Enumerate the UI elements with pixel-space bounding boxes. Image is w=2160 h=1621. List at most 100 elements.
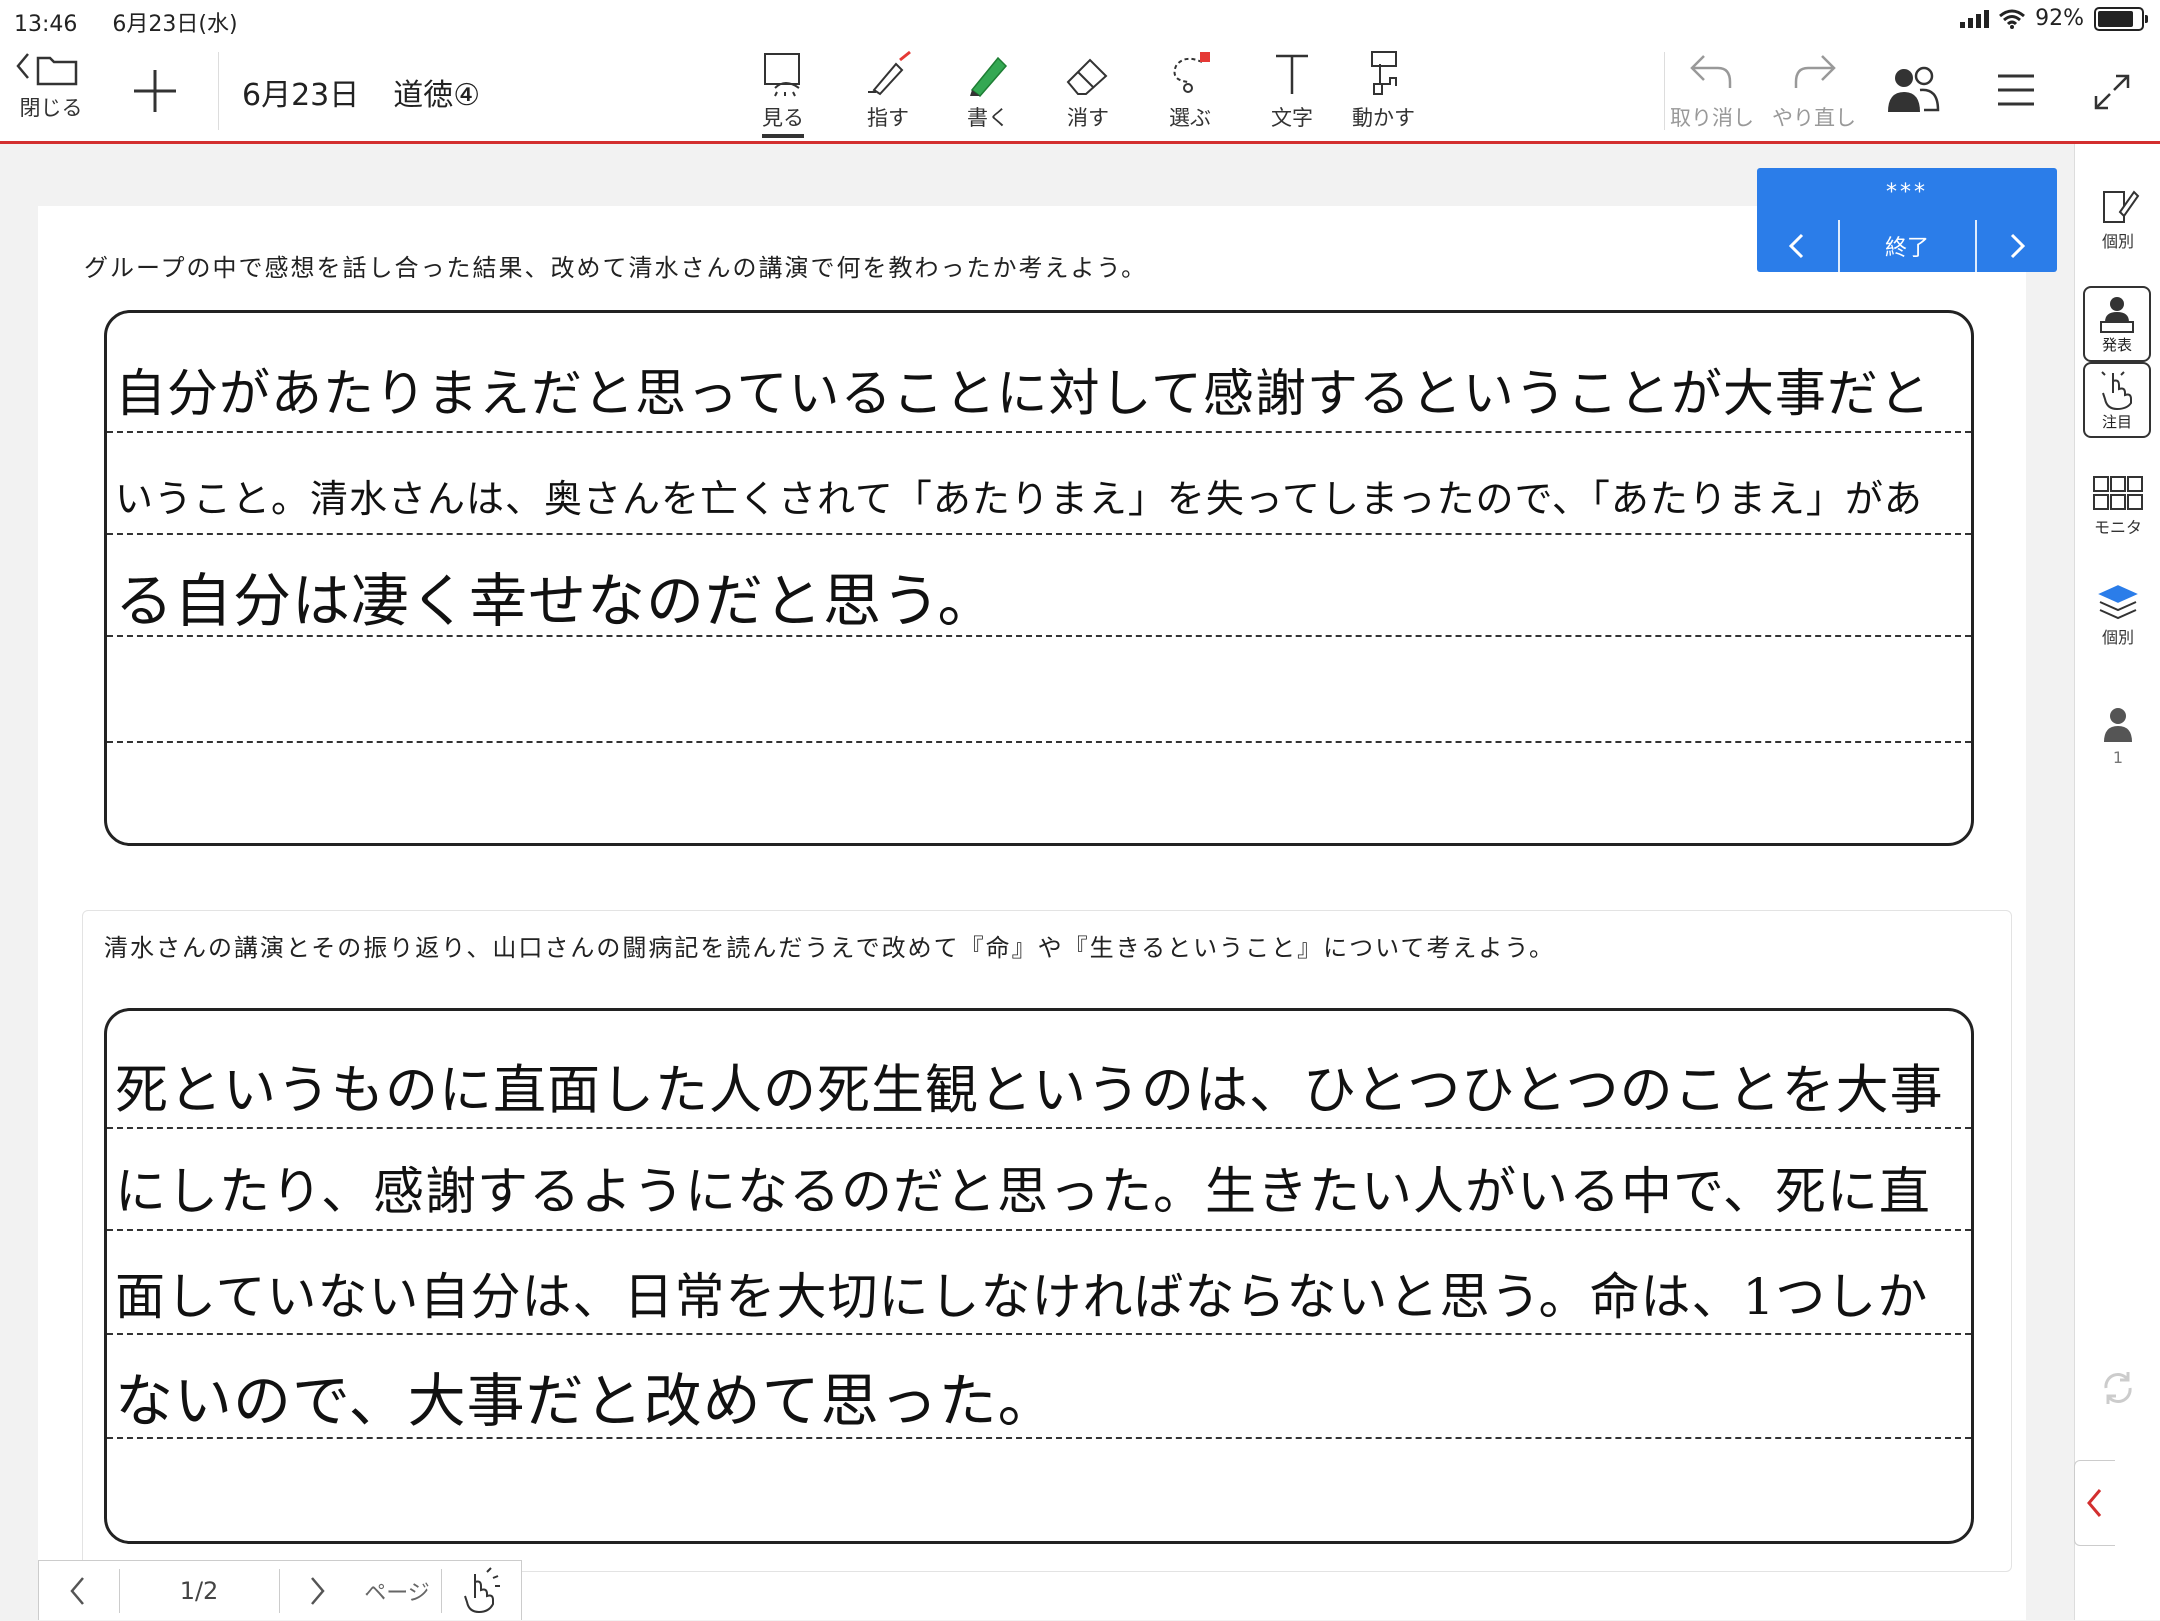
sidebar-present-button[interactable]: 発表 (2083, 286, 2151, 362)
answer-box-1[interactable]: 自分があたりまえだと思っていることに対して感謝するということが大事だと いうこと… (104, 310, 1974, 846)
redo-icon (1794, 55, 1836, 88)
move-hand-icon (1370, 51, 1397, 95)
sidebar-individual-label: 個別 (2101, 232, 2134, 251)
handwriting-line-3: 面していない自分は、日常を大切にしなければならないと思う。命は、1つしか (115, 1268, 1929, 1326)
prev-page-button[interactable] (39, 1561, 117, 1621)
toolbar-divider (1664, 52, 1665, 130)
sync-arrows-icon (2104, 1372, 2132, 1404)
writing-guide-line (107, 1333, 1971, 1335)
hamburger-menu-icon (1998, 74, 2034, 106)
handwriting-line-2: にしたり、感謝するようになるのだと思った。生きたい人がいる中で、死に直 (115, 1163, 1931, 1222)
presenter-panel: *** 終了 (1757, 168, 2057, 272)
status-bar: 13:46 6月23日(水) 92% (0, 0, 2160, 40)
handwriting-line-3: る自分は凄く幸せなのだと思う。 (115, 567, 997, 635)
sidebar-focus-label: 注目 (2101, 412, 2132, 431)
title-subject: 道徳④ (393, 78, 481, 113)
person-icon (2104, 708, 2132, 742)
sidebar-collapse-button[interactable] (2074, 1460, 2115, 1546)
expand-button[interactable] (2090, 70, 2134, 114)
question-2: 清水さんの講演とその振り返り、山口さんの闘病記を読んだうえで改めて『命』や『生き… (104, 934, 1555, 962)
sidebar-layers-label: 個別 (2101, 628, 2134, 647)
toolbar-divider (218, 52, 219, 130)
chevron-right-icon (2010, 233, 2026, 259)
writing-guide-line (107, 533, 1971, 535)
eye-view-icon (764, 53, 800, 97)
tool-write[interactable]: 書く (960, 48, 1016, 132)
presenter-nav: 終了 (1757, 220, 2057, 272)
participants-button[interactable] (1884, 64, 1942, 118)
presenter-end-button[interactable]: 終了 (1840, 220, 1974, 272)
pointing-hand-icon (2101, 370, 2132, 410)
tap-hand-icon (464, 1567, 500, 1614)
question-1: グループの中で感想を話し合った結果、改めて清水さんの講演で何を教わったか考えよう… (84, 254, 1148, 282)
title-date: 6月23日 (242, 78, 360, 113)
sidebar-focus-button[interactable]: 注目 (2083, 362, 2151, 438)
page-gesture-button[interactable] (442, 1561, 522, 1621)
handwriting-line-1: 死というものに直面した人の死生観というのは、ひとつひとつのことを大事 (115, 1060, 1944, 1121)
edit-document-icon (2103, 190, 2140, 223)
presenter-prev-button[interactable] (1757, 220, 1837, 272)
tool-view-label: 見る (762, 102, 804, 138)
laser-pointer-icon (868, 50, 911, 96)
sidebar-sync-button[interactable] (2075, 1366, 2160, 1410)
eraser-icon (1066, 58, 1108, 95)
back-folder-icon (16, 53, 78, 86)
tool-select[interactable]: 選ぶ (1162, 48, 1218, 132)
presenter-name: *** (1886, 180, 1928, 205)
tool-text[interactable]: 文字 (1264, 48, 1320, 132)
tool-view[interactable]: 見る (755, 48, 811, 138)
presenter-next-button[interactable] (1977, 220, 2057, 272)
wifi-icon (1999, 9, 2026, 29)
battery-icon (2094, 6, 2148, 31)
battery-percent: 92% (2035, 6, 2084, 31)
tool-move-label: 動かす (1352, 106, 1415, 130)
lasso-select-icon (1173, 52, 1210, 93)
sidebar-monitor-button[interactable]: モニタ (2075, 474, 2160, 538)
text-icon (1276, 54, 1308, 94)
menu-button[interactable] (1992, 68, 2040, 112)
next-page-button[interactable] (280, 1561, 354, 1621)
sidebar-present-label: 発表 (2101, 335, 2132, 354)
status-time: 13:46 (14, 12, 78, 37)
sidebar-monitor-label: モニタ (2093, 518, 2142, 537)
presenter-person-icon (2100, 296, 2134, 333)
close-label: 閉じる (19, 96, 83, 120)
handwriting-line-1: 自分があたりまえだと思っていることに対して感謝するということが大事だと (115, 365, 1931, 424)
answer-box-2[interactable]: 死というものに直面した人の死生観というのは、ひとつひとつのことを大事 にしたり、… (104, 1008, 1974, 1544)
plus-icon (134, 70, 176, 112)
add-button[interactable] (130, 66, 180, 116)
undo-label: 取り消し (1670, 106, 1754, 130)
sidebar-users-button[interactable]: 1 (2075, 704, 2160, 767)
page-navigator: 1/2 ページ (38, 1560, 522, 1620)
tool-erase-label: 消す (1067, 106, 1109, 130)
tool-write-label: 書く (967, 106, 1009, 130)
tool-erase[interactable]: 消す (1060, 48, 1116, 132)
sidebar-individual-button[interactable]: 個別 (2075, 184, 2160, 252)
group-users-icon (1888, 66, 1940, 112)
tool-move[interactable]: 動かす (1352, 48, 1415, 132)
undo-button[interactable]: 取り消し (1670, 48, 1754, 132)
redo-label: やり直し (1772, 106, 1856, 130)
tool-point-label: 指す (867, 106, 909, 130)
handwriting-line-4: ないので、大事だと改めて思った。 (115, 1367, 1057, 1435)
toolbar: 閉じる 6月23日 道徳④ 見る 指す 書く 消す 選ぶ 文字 動かす 取り消し… (0, 40, 2160, 144)
page-indicator: 1/2 (179, 1577, 219, 1605)
chevron-right-icon (311, 1577, 325, 1605)
grid-monitor-icon (2093, 476, 2143, 510)
writing-guide-line (107, 741, 1971, 743)
redo-button[interactable]: やり直し (1772, 48, 1856, 132)
writing-guide-line (107, 1437, 1971, 1439)
handwriting-line-2: いうこと。清水さんは、奥さんを亡くされて「あたりまえ」を失ってしまったので、「あ… (115, 477, 1923, 521)
right-sidebar: 個別 発表 注目 モニタ 個別 1 (2074, 144, 2160, 1620)
writing-guide-line (107, 1229, 1971, 1231)
tool-point[interactable]: 指す (860, 48, 916, 132)
undo-icon (1690, 55, 1732, 88)
layers-icon (2098, 585, 2138, 620)
chevron-left-icon (2087, 1489, 2102, 1517)
sidebar-layers-button[interactable]: 個別 (2075, 580, 2160, 648)
writing-guide-line (107, 635, 1971, 637)
page-title: 6月23日 道徳④ (242, 70, 514, 114)
pen-icon (970, 56, 1008, 98)
close-button[interactable]: 閉じる (14, 48, 88, 122)
tool-select-label: 選ぶ (1169, 106, 1211, 130)
